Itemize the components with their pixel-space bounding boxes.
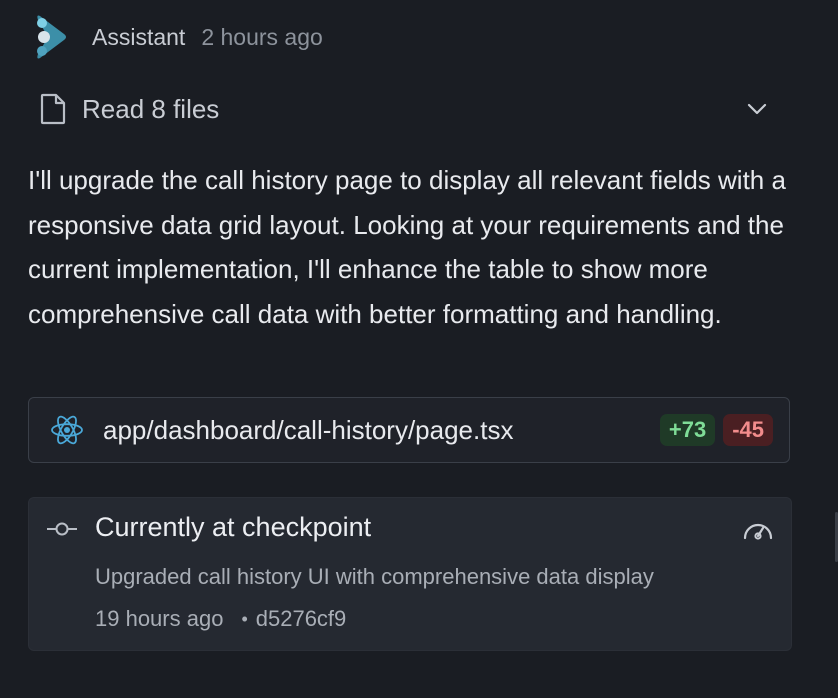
gauge-icon[interactable] — [742, 516, 774, 542]
file-icon — [40, 93, 66, 125]
checkpoint-time: 19 hours ago — [95, 606, 224, 631]
file-path: app/dashboard/call-history/page.tsx — [103, 414, 514, 445]
checkpoint-meta: 19 hours ago • d5276cf9 — [95, 606, 346, 632]
message-text: I'll upgrade the call history page to di… — [28, 165, 786, 329]
assistant-logo-icon — [37, 15, 66, 59]
checkpoint-card: Currently at checkpoint Upgraded call hi… — [28, 497, 792, 651]
checkpoint-title: Currently at checkpoint — [95, 512, 372, 542]
author-name: Assistant — [92, 23, 186, 50]
read-files-toggle[interactable]: Read 8 files — [38, 88, 778, 130]
checkpoint-description: Upgraded call history UI with comprehens… — [95, 564, 654, 589]
meta-separator: • — [241, 608, 248, 629]
message-timestamp: 2 hours ago — [201, 23, 323, 50]
deletions-badge: -45 — [723, 414, 773, 446]
chat-message: Assistant 2 hours ago Read 8 files I'll … — [0, 0, 838, 698]
chevron-down-icon[interactable] — [746, 98, 768, 120]
checkpoint-hash[interactable]: d5276cf9 — [256, 606, 347, 632]
read-files-label: Read 8 files — [82, 93, 220, 124]
file-change-card[interactable]: app/dashboard/call-history/page.tsx +73 … — [28, 397, 790, 463]
react-icon — [51, 415, 83, 445]
additions-badge: +73 — [659, 414, 716, 446]
message-header: Assistant 2 hours ago — [34, 12, 323, 62]
commit-icon — [47, 522, 77, 536]
